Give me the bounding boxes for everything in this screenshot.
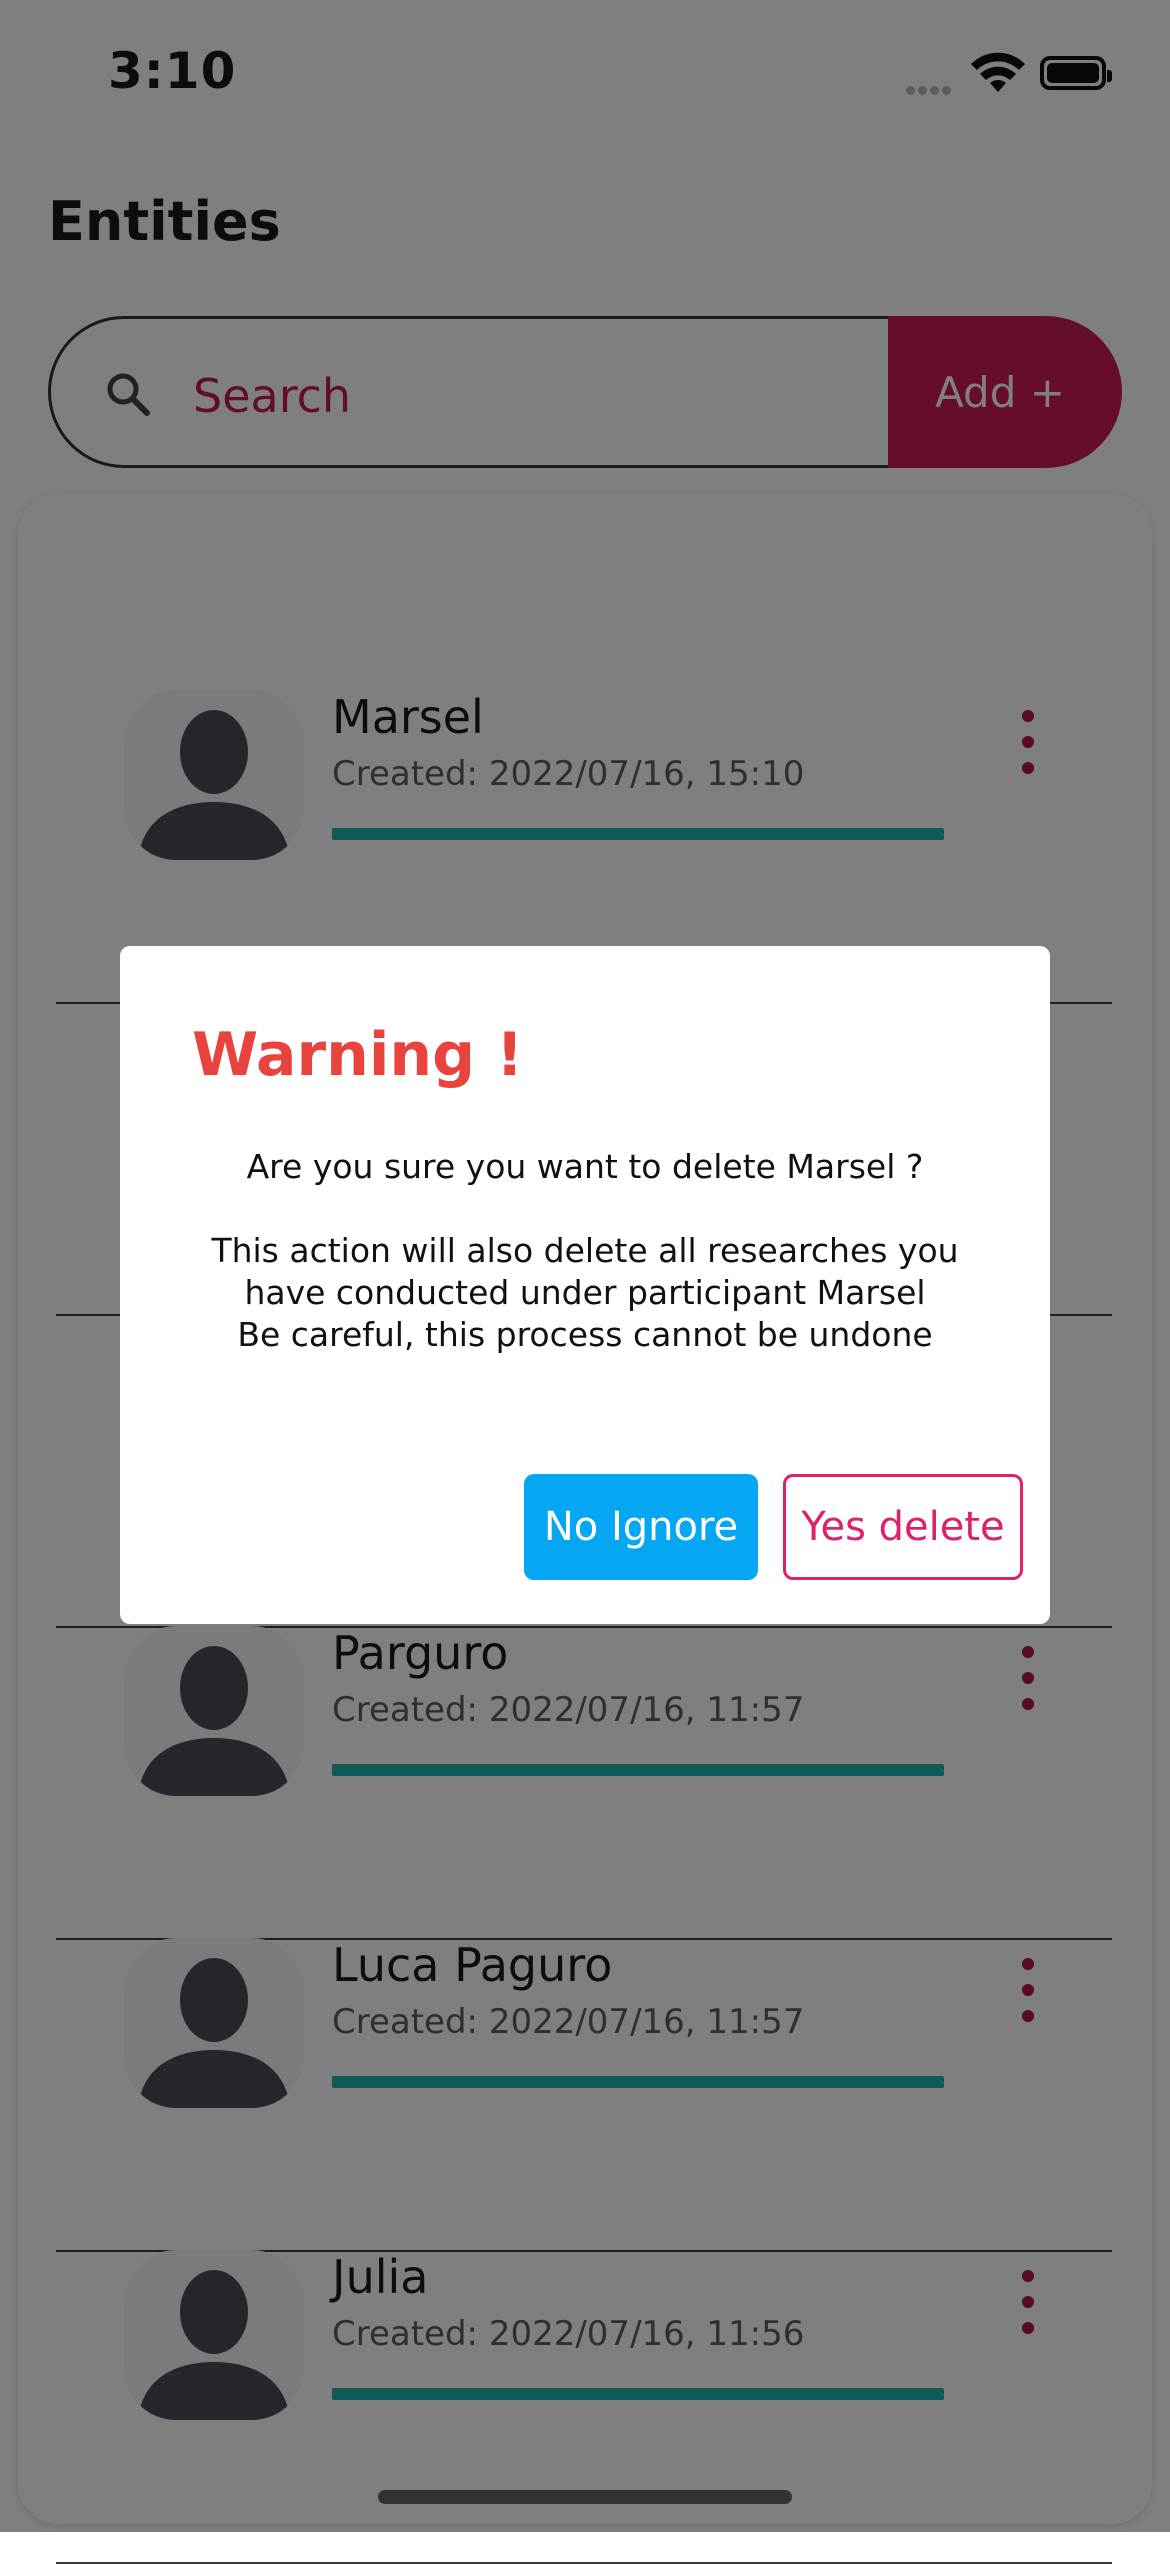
no-ignore-button[interactable]: No Ignore: [524, 1474, 758, 1580]
dialog-message: Are you sure you want to delete Marsel ?…: [160, 1146, 1010, 1356]
home-indicator: [378, 2490, 792, 2504]
dialog-line: have conducted under participant Marsel: [244, 1273, 926, 1312]
dialog-line: This action will also delete all researc…: [211, 1231, 959, 1270]
dialog-question: Are you sure you want to delete Marsel ?: [246, 1147, 924, 1186]
yes-delete-button[interactable]: Yes delete: [783, 1474, 1023, 1580]
dialog-line: Be careful, this process cannot be undon…: [237, 1315, 933, 1354]
delete-confirmation-dialog: Warning ! Are you sure you want to delet…: [120, 946, 1050, 1624]
dialog-title: Warning !: [192, 1020, 524, 1090]
